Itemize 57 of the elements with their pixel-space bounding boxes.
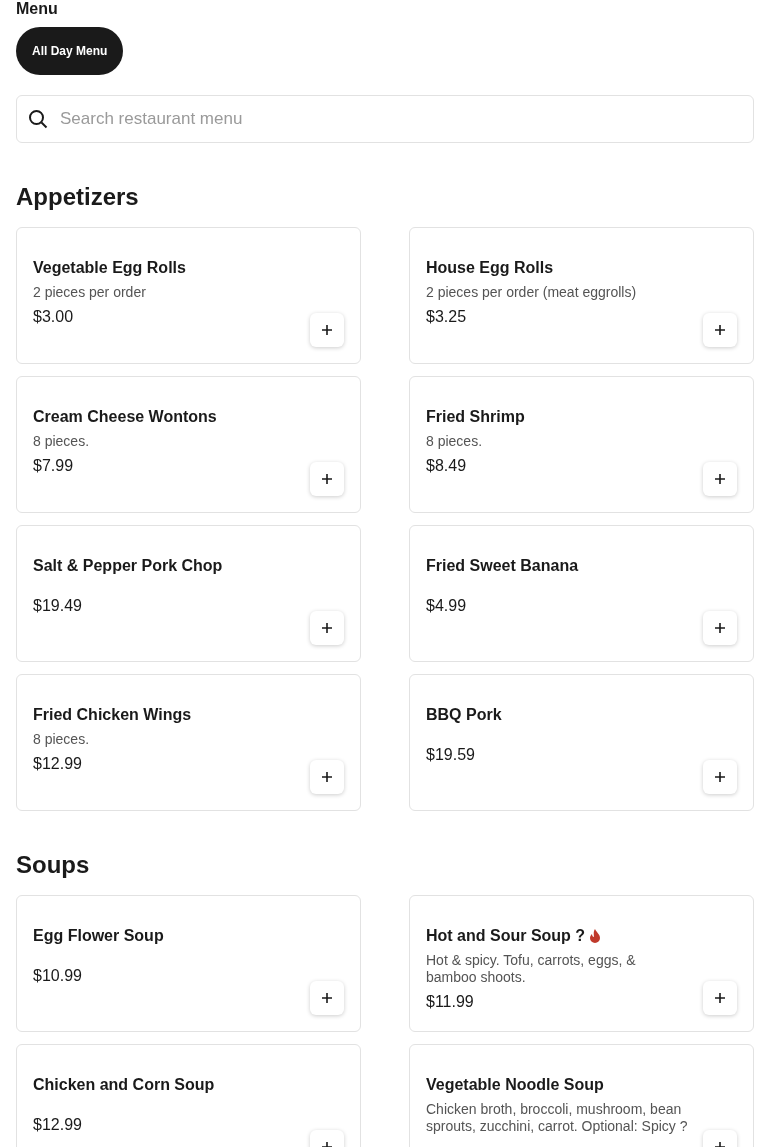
plus-icon [715, 325, 725, 335]
flame-icon [589, 929, 602, 943]
item-price: $12.99 [33, 754, 83, 774]
add-button[interactable] [703, 462, 737, 496]
item-name: Vegetable Egg Rolls [33, 258, 186, 278]
section-heading: Soups [16, 851, 91, 879]
add-button[interactable] [703, 611, 737, 645]
item-price: $3.00 [33, 307, 75, 327]
item-description: 2 pieces per order [33, 284, 147, 301]
item-name: Fried Sweet Banana [426, 556, 579, 576]
add-button[interactable] [310, 611, 344, 645]
item-name: Cream Cheese Wontons [33, 407, 217, 427]
item-description: 8 pieces. [426, 433, 484, 450]
item-price: $19.59 [426, 745, 476, 765]
item-price: $12.99 [33, 1115, 83, 1135]
item-description: 8 pieces. [33, 433, 91, 450]
item-price: $11.99 [426, 992, 475, 1012]
item-price: $4.99 [426, 596, 468, 616]
plus-icon [715, 474, 725, 484]
item-name: Chicken and Corn Soup [33, 1075, 215, 1095]
item-name: House Egg Rolls [426, 258, 554, 278]
add-button[interactable] [310, 462, 344, 496]
menu-heading: Menu [16, 0, 59, 18]
add-button[interactable] [703, 313, 737, 347]
add-button[interactable] [703, 760, 737, 794]
item-name: Vegetable Noodle Soup [426, 1075, 604, 1095]
search-icon [28, 109, 48, 129]
menu-tab[interactable]: All Day Menu [16, 27, 124, 75]
plus-icon [322, 623, 332, 633]
plus-icon [322, 993, 332, 1003]
item-price: $10.99 [33, 966, 83, 986]
add-button[interactable] [310, 760, 344, 794]
item-name: BBQ Pork [426, 705, 502, 725]
item-price: $7.99 [33, 456, 75, 476]
search-field[interactable]: Search restaurant menu [16, 95, 754, 143]
add-button[interactable] [703, 981, 737, 1015]
plus-icon [322, 325, 332, 335]
item-name: Fried Chicken Wings [33, 705, 192, 725]
item-name: Egg Flower Soup [33, 926, 164, 946]
item-description: 2 pieces per order (meat eggrolls) [426, 284, 638, 301]
plus-icon [322, 772, 332, 782]
item-price: $8.49 [426, 456, 468, 476]
plus-icon [715, 772, 725, 782]
item-name: Salt & Pepper Pork Chop [33, 556, 223, 576]
add-button[interactable] [310, 981, 344, 1015]
item-description: 8 pieces. [33, 731, 91, 748]
item-name: Hot and Sour Soup ? [426, 926, 586, 946]
plus-icon [715, 623, 725, 633]
plus-icon [322, 474, 332, 484]
item-name: Fried Shrimp [426, 407, 525, 427]
item-description: Hot & spicy. Tofu, carrots, eggs, & bamboo shoots. [426, 952, 637, 986]
add-button[interactable] [310, 313, 344, 347]
item-price: $3.25 [426, 307, 468, 327]
item-price: $19.49 [33, 596, 83, 616]
plus-icon [715, 993, 725, 1003]
section-heading: Appetizers [16, 183, 140, 211]
item-description: Chicken broth, broccoli, mushroom, bean sprouts, zucchini, carrot. Optional: Spicy ? [426, 1101, 689, 1135]
